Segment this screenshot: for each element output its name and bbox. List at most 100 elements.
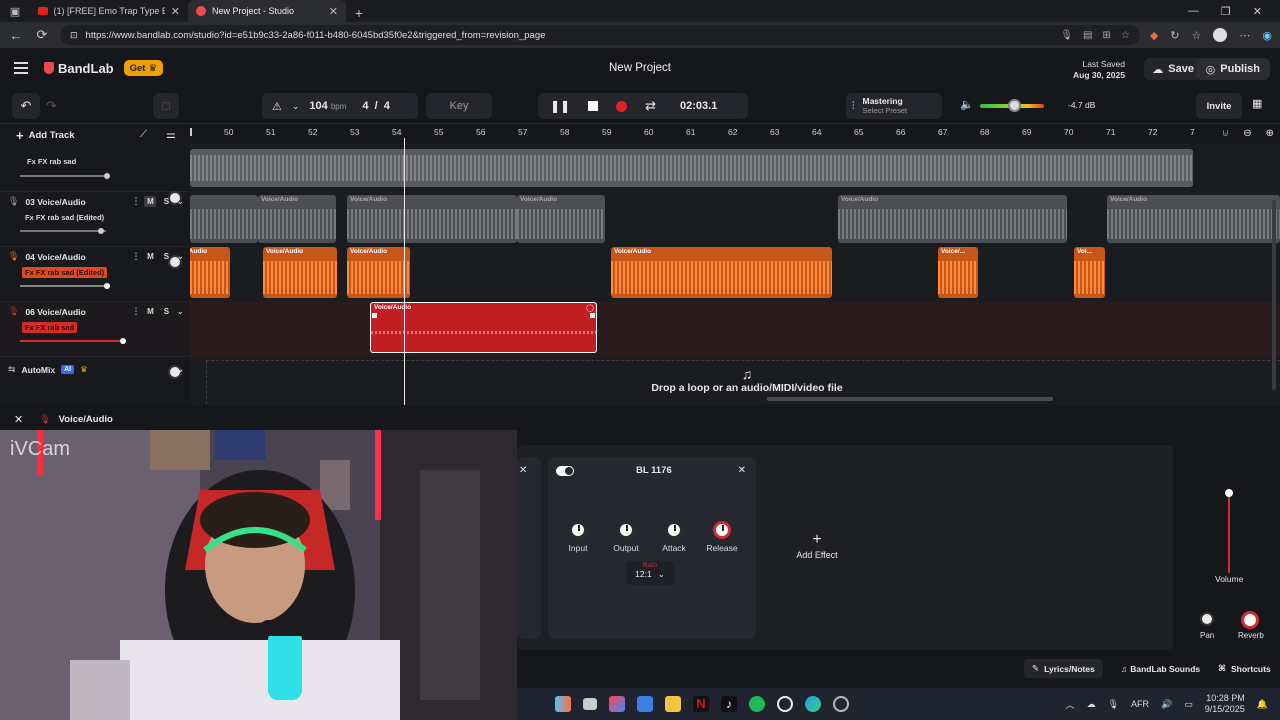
reload-icon[interactable]: ⟳ bbox=[34, 27, 50, 43]
input-knob[interactable]: Input bbox=[562, 521, 594, 553]
extensions-icon[interactable]: ⊞ bbox=[1102, 30, 1110, 41]
track-header-3[interactable]: 🎙 03 Voice/Audio ⋮ M S ⌄ Fx FX rab sad (… bbox=[0, 192, 190, 269]
chevron-down-icon[interactable]: ⌄ bbox=[177, 364, 184, 375]
track-settings-icon[interactable]: ⚌ bbox=[166, 128, 176, 141]
chevron-down-icon[interactable]: ⌄ bbox=[176, 196, 184, 207]
solo-button[interactable]: S bbox=[160, 306, 172, 317]
bandlab-sounds-button[interactable]: ♫ BandLab Sounds bbox=[1121, 664, 1200, 674]
add-effect-button[interactable]: + Add Effect bbox=[787, 532, 847, 561]
audio-clip[interactable]: Voice/Audio bbox=[347, 247, 410, 298]
store-icon[interactable]: ▦ bbox=[1252, 97, 1262, 110]
close-tab-icon[interactable]: ✕ bbox=[171, 5, 180, 18]
audio-clip[interactable]: Voice/... bbox=[938, 247, 978, 298]
copilot-icon[interactable] bbox=[609, 696, 625, 712]
automation-icon[interactable]: ⟋ bbox=[140, 129, 147, 140]
shortcuts-button[interactable]: ⌘ Shortcuts bbox=[1218, 663, 1271, 674]
audio-clip[interactable]: Voice/Audio bbox=[611, 247, 832, 298]
tiktok-icon[interactable]: ♪ bbox=[721, 696, 737, 712]
clip-fade-handle[interactable] bbox=[590, 313, 595, 318]
chevron-down-icon[interactable]: ⌄ bbox=[176, 251, 184, 262]
automix-row[interactable]: ⇆ AutoMix AI ♛ ⌄ bbox=[0, 357, 190, 405]
project-title[interactable]: New Project bbox=[560, 62, 720, 74]
track-header-4[interactable]: 🎙 04 Voice/Audio ⋮ M S ⌄ Fx FX rab sad (… bbox=[0, 247, 190, 324]
close-panel-icon[interactable]: ✕ bbox=[14, 413, 23, 426]
publish-button[interactable]: ◎ Publish bbox=[1195, 58, 1270, 80]
track-volume-slider[interactable] bbox=[20, 338, 126, 344]
audio-clip[interactable]: Voi... bbox=[1074, 247, 1105, 298]
chevron-down-icon[interactable]: ⌄ bbox=[176, 306, 184, 317]
chatgpt-icon[interactable] bbox=[777, 696, 793, 712]
effect-card-bl1176[interactable]: BL 1176 ✕ Input Output Attack Release Ra… bbox=[548, 457, 756, 639]
fx-badge[interactable]: Fx FX rab sad bbox=[22, 322, 78, 333]
audio-clip[interactable]: Voice/Audio bbox=[258, 195, 336, 243]
clip-loop-icon[interactable]: ◯ bbox=[586, 304, 594, 312]
audio-clip[interactable]: Voice/Audio bbox=[1107, 195, 1280, 243]
battery-icon[interactable]: ▭ bbox=[1184, 699, 1193, 710]
timeline-ruler[interactable]: 50 51 52 53 54 55 56 57 58 59 60 61 62 63 64 65 66 67 68 69… bbox=[190, 124, 1280, 144]
refresh-icon[interactable]: ↻ bbox=[1170, 29, 1179, 42]
playhead[interactable] bbox=[404, 138, 405, 405]
volume-thumb[interactable] bbox=[1008, 99, 1021, 112]
fx-badge[interactable]: Fx FX rab sad (Edited) bbox=[22, 267, 108, 278]
zoom-in-icon[interactable]: ⊕ bbox=[1266, 128, 1274, 139]
time-signature-field[interactable]: 4 / 4 bbox=[362, 100, 389, 112]
browser-tab-youtube[interactable]: (1) [FREE] Emo Trap Type Beat - "I ✕ bbox=[30, 0, 188, 22]
track-name[interactable]: 06 Voice/Audio bbox=[25, 307, 85, 317]
task-view-icon[interactable] bbox=[583, 698, 597, 710]
redo-button[interactable]: ↷ bbox=[46, 98, 57, 114]
fx-badge[interactable]: Fx FX rab sad (Edited) bbox=[22, 212, 107, 223]
track-header-6[interactable]: 🎙 06 Voice/Audio ⋮ M S ⌄ Fx FX rab sad bbox=[0, 302, 190, 379]
metronome-icon[interactable]: ⚠ bbox=[272, 100, 282, 113]
track-name[interactable]: 03 Voice/Audio bbox=[25, 197, 85, 207]
pan-knob[interactable] bbox=[1200, 612, 1214, 626]
reader-icon[interactable]: ▤ bbox=[1083, 30, 1092, 41]
add-track-button[interactable]: + Add Track bbox=[16, 128, 75, 143]
track-menu-icon[interactable]: ⋮ bbox=[131, 306, 140, 317]
lyrics-notes-button[interactable]: ✎ Lyrics/Notes bbox=[1024, 659, 1103, 678]
favorites-icon[interactable]: ☆ bbox=[1192, 29, 1202, 42]
vertical-scrollbar[interactable] bbox=[1272, 200, 1276, 390]
get-button[interactable]: Get ♛ bbox=[123, 60, 163, 76]
effect-toggle[interactable] bbox=[556, 466, 574, 476]
master-volume-slider[interactable] bbox=[980, 99, 1044, 112]
taskbar-app-icon[interactable] bbox=[555, 696, 571, 712]
close-tab-icon[interactable]: ✕ bbox=[329, 5, 338, 18]
notification-bell-icon[interactable]: 🔔 bbox=[1257, 699, 1268, 710]
track-menu-icon[interactable]: ⋮ bbox=[131, 196, 140, 207]
release-knob[interactable]: Release bbox=[706, 521, 738, 553]
close-icon[interactable]: ✕ bbox=[738, 465, 746, 476]
copilot-icon[interactable]: ◉ bbox=[1262, 29, 1272, 42]
netflix-icon[interactable]: N bbox=[693, 696, 709, 712]
pause-button[interactable]: ❚❚ bbox=[550, 99, 570, 113]
mastering-button[interactable]: ⫶ Mastering Select Preset bbox=[846, 93, 942, 119]
mute-button[interactable]: M bbox=[144, 306, 156, 317]
bpm-field[interactable]: 104 bpm bbox=[309, 100, 346, 112]
track-volume-slider[interactable] bbox=[20, 173, 110, 179]
audio-clip[interactable] bbox=[190, 195, 258, 243]
chevron-up-icon[interactable]: ︿ bbox=[1066, 698, 1075, 711]
close-icon[interactable]: ✕ bbox=[519, 465, 527, 476]
reverb-knob[interactable] bbox=[1241, 611, 1259, 629]
url-field[interactable]: ⊡ https://www.bandlab.com/studio?id=e51b… bbox=[60, 25, 1140, 45]
extension-icon[interactable]: ◆ bbox=[1150, 29, 1158, 42]
back-icon[interactable]: ← bbox=[8, 28, 24, 43]
mute-button[interactable]: M bbox=[144, 196, 157, 207]
brand-logo[interactable]: BandLab bbox=[44, 61, 114, 76]
hamburger-menu-icon[interactable] bbox=[14, 62, 28, 74]
cloud-icon[interactable]: ☁ bbox=[1087, 699, 1096, 710]
track-menu-icon[interactable]: ⋮ bbox=[131, 251, 140, 262]
audio-clip[interactable] bbox=[190, 149, 1193, 187]
volume-fader[interactable] bbox=[1225, 489, 1233, 573]
audio-clip[interactable]: Voice/Audio bbox=[190, 247, 230, 298]
maximize-icon[interactable]: ❐ bbox=[1221, 5, 1231, 18]
speaker-mute-icon[interactable]: 🔈 bbox=[960, 98, 974, 111]
fx-badge[interactable]: Fx FX rab sad bbox=[24, 156, 79, 167]
save-button[interactable]: ☁ Save bbox=[1144, 58, 1202, 80]
site-info-icon[interactable]: ⊡ bbox=[70, 30, 78, 41]
magnet-icon[interactable]: ⊍ bbox=[1222, 128, 1229, 139]
zoom-out-icon[interactable]: ⊖ bbox=[1243, 128, 1251, 139]
track-volume-slider[interactable] bbox=[20, 228, 106, 234]
undo-button[interactable]: ↶ bbox=[12, 93, 40, 119]
track-header-1[interactable]: Fx FX rab sad bbox=[0, 146, 190, 205]
clock[interactable]: 10:28 PM 9/15/2025 bbox=[1205, 693, 1245, 715]
